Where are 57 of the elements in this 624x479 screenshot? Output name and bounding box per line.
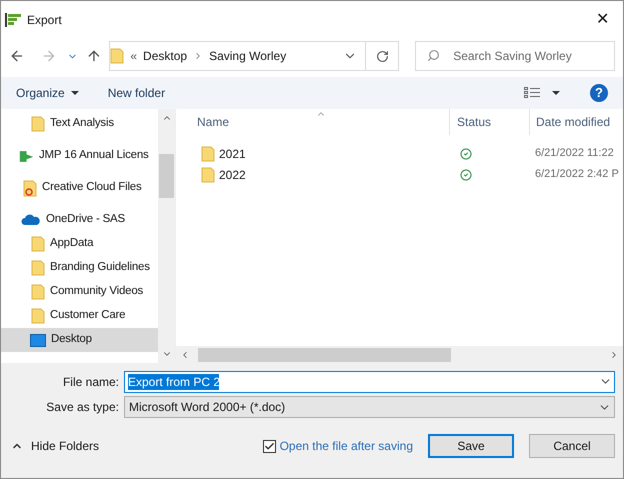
vertical-scrollbar[interactable] bbox=[158, 109, 175, 363]
sidebar-item[interactable]: AppData bbox=[1, 232, 158, 256]
caret-icon bbox=[70, 91, 79, 95]
sidebar-item[interactable]: Creative Cloud Files bbox=[1, 176, 158, 200]
synced-check-icon bbox=[460, 148, 472, 160]
close-button[interactable]: ✕ bbox=[592, 12, 613, 28]
sidebar-item[interactable]: Branding Guidelines bbox=[1, 256, 158, 280]
monitor-icon bbox=[30, 334, 46, 346]
save-button[interactable]: Save bbox=[428, 434, 514, 458]
address-bar[interactable]: « Desktop Saving Worley bbox=[109, 41, 400, 71]
path-overflow: « bbox=[130, 48, 138, 65]
column-header[interactable]: Name bbox=[197, 113, 230, 131]
sidebar-item[interactable]: Customer Care bbox=[1, 304, 158, 328]
folder-icon bbox=[31, 284, 45, 300]
folder-icon bbox=[31, 260, 45, 276]
search-field[interactable]: Search Saving Worley bbox=[415, 41, 615, 71]
column-header[interactable]: Status bbox=[457, 113, 492, 131]
cloud-icon bbox=[21, 214, 41, 226]
refresh-icon bbox=[376, 50, 389, 62]
cancel-button[interactable]: Cancel bbox=[529, 434, 615, 458]
sidebar-item[interactable]: OneDrive - SAS bbox=[1, 208, 158, 232]
checkbox[interactable] bbox=[262, 440, 276, 452]
file-name[interactable]: 2022 bbox=[219, 166, 246, 184]
app-logo-icon bbox=[5, 13, 23, 27]
app-icon bbox=[19, 150, 34, 162]
checkbox-label[interactable]: Open the file after saving bbox=[280, 437, 413, 455]
folder-icon bbox=[201, 146, 215, 162]
cloud-folder-icon bbox=[23, 180, 37, 196]
file-type-dropdown[interactable]: Microsoft Word 2000+ (*.doc) bbox=[124, 396, 615, 418]
scrollbar-thumb[interactable] bbox=[159, 154, 174, 198]
view-options-icon[interactable] bbox=[524, 87, 560, 99]
window-title: Export bbox=[27, 12, 62, 29]
field-label: File name: bbox=[62, 374, 119, 391]
scrollbar-thumb[interactable] bbox=[198, 348, 451, 362]
file-name[interactable]: 2021 bbox=[219, 144, 246, 162]
column-header[interactable]: Date modified bbox=[536, 113, 610, 131]
organize-button[interactable]: Organize bbox=[16, 84, 79, 102]
hide-folders-button[interactable]: Hide Folders bbox=[1, 437, 100, 455]
sidebar-item[interactable]: JMP 16 Annual Licens bbox=[1, 144, 158, 168]
folder-icon bbox=[31, 236, 45, 252]
folder-icon bbox=[31, 308, 45, 324]
search-icon bbox=[427, 49, 440, 62]
synced-check-icon bbox=[460, 168, 472, 180]
breadcrumb[interactable]: Desktop bbox=[143, 47, 188, 65]
field-label: Save as type: bbox=[45, 399, 119, 416]
help-button[interactable]: ? bbox=[590, 84, 608, 102]
date-modified: 6/21/2022 2:42 P bbox=[534, 167, 619, 182]
horizontal-scrollbar[interactable] bbox=[176, 346, 623, 363]
new-folder-button[interactable]: New folder bbox=[108, 84, 166, 102]
sidebar-item[interactable]: Community Videos bbox=[1, 280, 158, 304]
sidebar-item[interactable]: Desktop bbox=[1, 328, 158, 352]
folder-icon bbox=[110, 48, 124, 64]
folder-icon bbox=[31, 116, 45, 132]
breadcrumb[interactable]: Saving Worley bbox=[209, 47, 286, 65]
date-modified: 6/21/2022 11:22 bbox=[534, 146, 614, 162]
folder-icon bbox=[201, 166, 215, 182]
sidebar-item[interactable]: Text Analysis bbox=[1, 112, 158, 136]
